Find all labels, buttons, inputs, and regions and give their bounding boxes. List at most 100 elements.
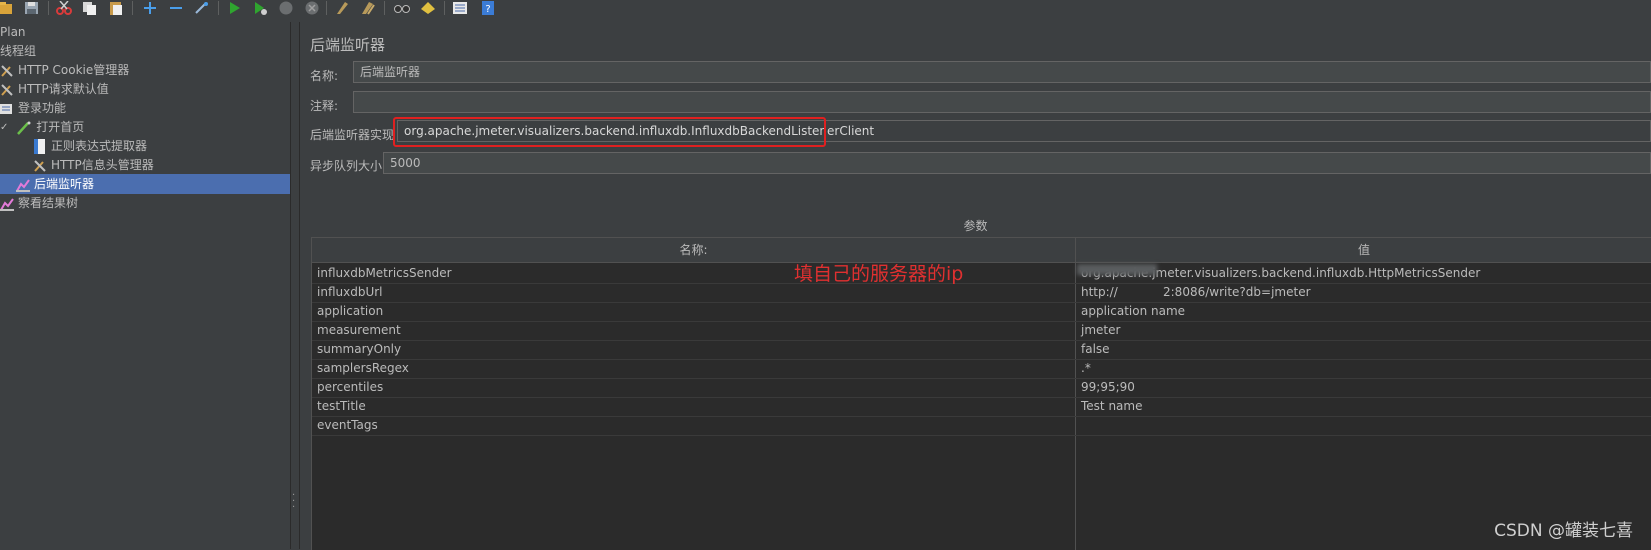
- pipette-icon: [17, 121, 31, 135]
- toolbar-separator: [132, 1, 133, 15]
- clear-all-icon[interactable]: [360, 1, 376, 15]
- toolbar-separator: [326, 1, 327, 15]
- async-queue-field[interactable]: 5000: [383, 152, 1651, 174]
- listener-icon: [16, 178, 30, 192]
- wrench-icon: [1, 64, 13, 77]
- tree-item-regex-extractor[interactable]: 正则表达式提取器: [33, 136, 147, 156]
- tree-item-label: 察看结果树: [18, 196, 79, 210]
- table-row[interactable]: measurement jmeter: [312, 320, 1651, 341]
- tree-item-label: HTTP信息头管理器: [51, 158, 154, 172]
- table-header: 名称: 值: [312, 238, 1651, 263]
- shutdown-icon[interactable]: [304, 1, 320, 15]
- param-value[interactable]: jmeter: [1081, 320, 1120, 340]
- param-name[interactable]: application: [317, 301, 383, 321]
- tree-item-label: 后端监听器: [34, 177, 95, 191]
- tree-item-cookie-manager[interactable]: HTTP Cookie管理器: [0, 60, 129, 80]
- wrench-icon: [34, 159, 46, 172]
- table-row[interactable]: influxdbMetricsSender org.apache.jmeter.…: [312, 263, 1651, 284]
- expand-toggle-icon[interactable]: ✓: [0, 118, 8, 138]
- stop-icon[interactable]: [278, 1, 294, 15]
- async-queue-label: 异步队列大小: [310, 159, 383, 173]
- clear-icon[interactable]: [334, 1, 350, 15]
- table-row[interactable]: samplersRegex .*: [312, 358, 1651, 379]
- toolbar-separator: [48, 1, 49, 15]
- save-icon[interactable]: [24, 1, 40, 15]
- open-icon[interactable]: [0, 1, 16, 15]
- toolbar: ?: [0, 0, 1651, 22]
- copy-icon[interactable]: [82, 1, 98, 15]
- toolbar-separator: [218, 1, 219, 15]
- table-row[interactable]: testTitle Test name: [312, 396, 1651, 417]
- tree-item-backend-listener[interactable]: 后端监听器: [0, 174, 290, 194]
- help-icon[interactable]: ?: [480, 1, 496, 15]
- table-row[interactable]: summaryOnly false: [312, 339, 1651, 360]
- tree-item-header-manager[interactable]: HTTP信息头管理器: [33, 155, 154, 175]
- param-name[interactable]: percentiles: [317, 377, 383, 397]
- tree-item-login-transaction[interactable]: 登录功能: [0, 98, 66, 118]
- function-helper-icon[interactable]: [452, 1, 468, 15]
- implementation-label: 后端监听器实现: [310, 128, 395, 142]
- table-row[interactable]: application application name: [312, 301, 1651, 322]
- parameters-title: 参数: [963, 219, 988, 233]
- param-name[interactable]: influxdbMetricsSender: [317, 263, 452, 283]
- tree-item-view-results-tree[interactable]: 察看结果树: [0, 193, 78, 213]
- table-row[interactable]: influxdbUrl http:// 2:8086/write?db=jmet…: [312, 282, 1651, 303]
- paste-icon[interactable]: [108, 1, 124, 15]
- tree-item-label: 打开首页: [36, 120, 85, 134]
- tree-item-label: 线程组: [0, 44, 37, 58]
- param-value[interactable]: Test name: [1081, 396, 1142, 416]
- wrench-icon: [1, 83, 13, 96]
- param-name[interactable]: testTitle: [317, 396, 366, 416]
- start-no-pause-icon[interactable]: [252, 1, 268, 15]
- parameters-table: 名称: 值 influxdbMetricsSender org.apache.j…: [311, 237, 1651, 550]
- param-value[interactable]: .*: [1081, 358, 1091, 378]
- toolbar-separator: [384, 1, 385, 15]
- param-name[interactable]: eventTags: [317, 415, 378, 435]
- column-header-value[interactable]: 值: [1076, 238, 1651, 262]
- highlight-box: [393, 117, 826, 147]
- name-field[interactable]: 后端监听器: [353, 61, 1651, 83]
- listener-icon: [0, 197, 14, 211]
- tree-item-thread-group[interactable]: 线程组: [0, 41, 36, 61]
- toolbar-separator: [444, 1, 445, 15]
- redacted-ip: [1077, 264, 1157, 275]
- tree-item-label: 正则表达式提取器: [51, 139, 148, 153]
- param-value[interactable]: http://: [1081, 282, 1118, 302]
- cut-icon[interactable]: [56, 1, 72, 15]
- param-value[interactable]: application name: [1081, 301, 1185, 321]
- tree-item-test-plan[interactable]: Plan: [0, 22, 26, 42]
- svg-text:?: ?: [485, 4, 490, 15]
- annotation-text: 填自己的服务器的ip: [794, 263, 964, 285]
- tree-item-http-defaults[interactable]: HTTP请求默认值: [0, 79, 109, 99]
- document-icon: [34, 138, 45, 154]
- toggle-icon[interactable]: [194, 1, 210, 15]
- start-icon[interactable]: [226, 1, 242, 15]
- tree-item-label: HTTP请求默认值: [18, 82, 109, 96]
- name-label: 名称:: [310, 69, 339, 83]
- collapse-icon[interactable]: [168, 1, 184, 15]
- expand-icon[interactable]: [142, 1, 158, 15]
- param-value[interactable]: 99;95;90: [1081, 377, 1135, 397]
- table-row[interactable]: percentiles 99;95;90: [312, 377, 1651, 398]
- search-icon[interactable]: [394, 1, 410, 15]
- param-name[interactable]: measurement: [317, 320, 401, 340]
- tree-item-open-homepage[interactable]: ✓ 打开首页: [0, 117, 84, 137]
- watermark: CSDN @罐装七喜: [1494, 521, 1633, 541]
- table-row[interactable]: eventTags: [312, 415, 1651, 436]
- transaction-icon: [0, 103, 12, 114]
- splitter-handle[interactable]: · · ·: [291, 22, 300, 549]
- param-value[interactable]: false: [1081, 339, 1110, 359]
- comment-field[interactable]: [353, 91, 1651, 113]
- backend-listener-panel: 后端监听器 名称: 后端监听器 注释: 后端监听器实现 org.apache.j…: [300, 22, 1651, 550]
- test-plan-tree: Plan 线程组 HTTP Cookie管理器 HTTP请求默认值 登录功能 ✓…: [0, 22, 291, 549]
- param-name[interactable]: influxdbUrl: [317, 282, 383, 302]
- panel-title: 后端监听器: [310, 36, 386, 54]
- tree-item-label: HTTP Cookie管理器: [18, 63, 130, 77]
- comment-label: 注释:: [310, 99, 339, 113]
- tree-item-label: Plan: [0, 25, 26, 39]
- tree-item-label: 登录功能: [18, 101, 67, 115]
- reset-search-icon[interactable]: [420, 1, 436, 15]
- param-value-tail: 2:8086/write?db=jmeter: [1163, 285, 1311, 299]
- param-name[interactable]: samplersRegex: [317, 358, 409, 378]
- param-name[interactable]: summaryOnly: [317, 339, 401, 359]
